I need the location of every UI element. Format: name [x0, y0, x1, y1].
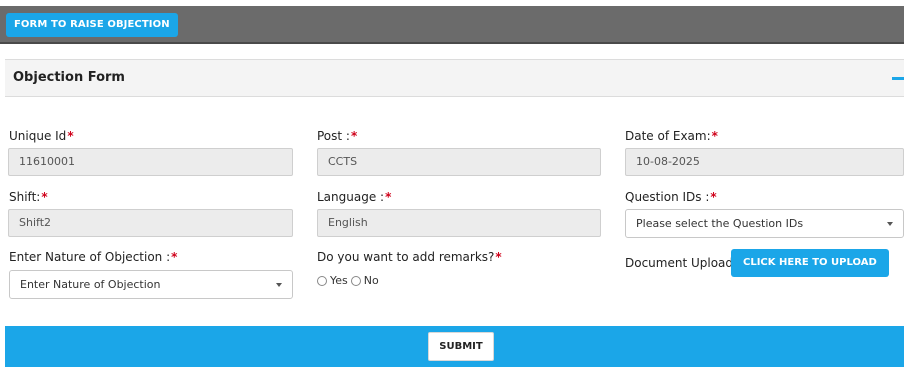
unique-id-field: 11610001 — [8, 148, 293, 176]
post-field: CCTS — [317, 148, 601, 176]
date-of-exam-field: 10-08-2025 — [625, 148, 904, 176]
chevron-down-icon — [887, 222, 893, 226]
raise-objection-button[interactable]: FORM TO RAISE OBJECTION — [6, 13, 178, 37]
submit-button[interactable]: SUBMIT — [428, 332, 494, 361]
form-footer: SUBMIT — [5, 326, 904, 367]
language-label: Language :* — [317, 190, 392, 204]
nature-of-objection-selected: Enter Nature of Objection — [20, 278, 161, 291]
remarks-radio-group: Yes No — [317, 274, 382, 287]
remarks-yes-radio[interactable] — [317, 275, 327, 286]
panel-title: Objection Form — [13, 70, 125, 85]
chevron-down-icon — [276, 283, 282, 287]
top-bar: FORM TO RAISE OBJECTION — [0, 6, 904, 44]
question-ids-selected: Please select the Question IDs — [636, 217, 804, 230]
question-ids-label: Question IDs :* — [625, 190, 717, 204]
upload-button[interactable]: CLICK HERE TO UPLOAD — [731, 249, 889, 277]
date-of-exam-label: Date of Exam:* — [625, 129, 718, 143]
nature-of-objection-select[interactable]: Enter Nature of Objection — [9, 270, 293, 299]
post-label: Post :* — [317, 129, 358, 143]
objection-form-header[interactable]: Objection Form — [5, 59, 904, 97]
remarks-label: Do you want to add remarks?* — [317, 250, 502, 264]
remarks-no-label[interactable]: No — [364, 274, 379, 287]
minus-icon[interactable] — [892, 77, 904, 80]
language-field: English — [317, 209, 601, 237]
document-upload-label: Document Upload* — [625, 256, 740, 270]
remarks-no-radio[interactable] — [350, 275, 361, 286]
question-ids-select[interactable]: Please select the Question IDs — [625, 209, 904, 238]
remarks-yes-label[interactable]: Yes — [330, 274, 348, 287]
nature-of-objection-label: Enter Nature of Objection :* — [9, 250, 178, 264]
shift-label: Shift:* — [9, 190, 48, 204]
unique-id-label: Unique Id* — [9, 129, 74, 143]
shift-field: Shift2 — [8, 209, 293, 237]
